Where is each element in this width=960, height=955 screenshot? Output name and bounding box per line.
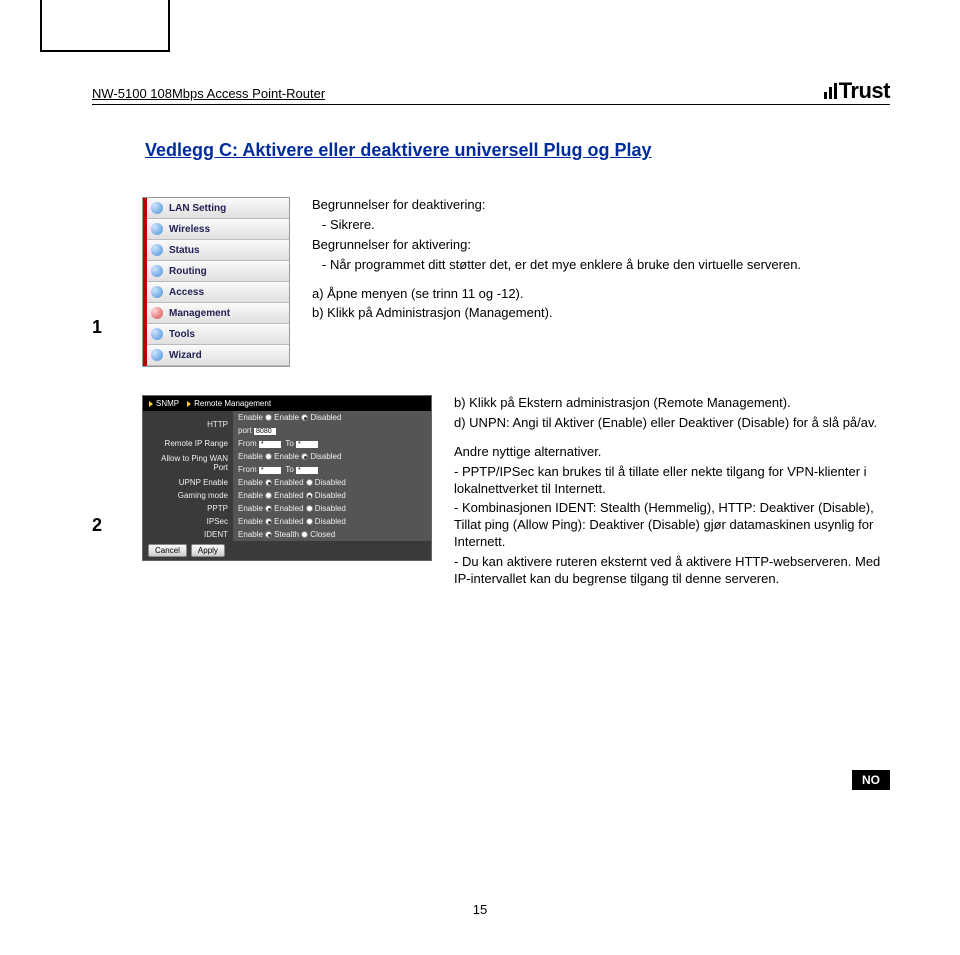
page-number: 15: [473, 902, 487, 917]
menu-item-routing: Routing: [147, 261, 289, 282]
step-a: a) Åpne menyen (se trinn 11 og -12).: [312, 286, 890, 303]
section-1-text: Begrunnelser for deaktivering: - Sikrere…: [290, 197, 890, 325]
menu-item-wireless: Wireless: [147, 219, 289, 240]
radio-icon: [301, 453, 308, 460]
menu-item-lan: LAN Setting: [147, 198, 289, 219]
radio-icon: [265, 453, 272, 460]
brand-text: Trust: [839, 78, 890, 104]
section-number-2: 2: [92, 395, 142, 536]
radio-icon: [306, 492, 313, 499]
language-badge: NO: [852, 770, 890, 790]
radio-icon: [265, 518, 272, 525]
menu-item-access: Access: [147, 282, 289, 303]
menu-item-wizard: Wizard: [147, 345, 289, 366]
tab-remote: Remote Management: [187, 399, 271, 408]
radio-icon: [306, 479, 313, 486]
deactivate-item: - Sikrere.: [312, 217, 890, 234]
radio-icon: [265, 414, 272, 421]
dot-icon: [151, 202, 163, 214]
brand-bars-icon: [824, 83, 837, 99]
step-b: b) Klikk på Administrasjon (Management).: [312, 305, 890, 322]
radio-icon: [306, 518, 313, 525]
dot-icon: [151, 223, 163, 235]
para-b: b) Klikk på Ekstern administrasjon (Remo…: [454, 395, 890, 412]
para-d: d) UNPN: Angi til Aktiver (Enable) eller…: [454, 415, 890, 432]
bullet-3: - Du kan aktivere ruteren eksternt ved å…: [454, 554, 890, 588]
tab-snmp: SNMP: [149, 399, 179, 408]
radio-icon: [265, 505, 272, 512]
row-ident: IDENT Enable Stealth Closed: [143, 528, 431, 541]
bullet-2: - Kombinasjonen IDENT: Stealth (Hemmelig…: [454, 500, 890, 551]
page-title: Vedlegg C: Aktivere eller deaktivere uni…: [145, 140, 652, 161]
activate-heading: Begrunnelser for aktivering:: [312, 237, 890, 254]
menu-item-status: Status: [147, 240, 289, 261]
header-rule: [92, 104, 890, 105]
other-heading: Andre nyttige alternativer.: [454, 444, 890, 461]
row-iprange1: Remote IP Range From * To *: [143, 437, 431, 450]
product-title: NW-5100 108Mbps Access Point-Router: [92, 86, 325, 101]
bullet-1: - PPTP/IPSec kan brukes til å tillate el…: [454, 464, 890, 498]
dot-icon: [151, 286, 163, 298]
section-number-1: 1: [92, 197, 142, 338]
dot-icon: [151, 244, 163, 256]
row-pingwan: Allow to Ping WAN Port Enable Enable Dis…: [143, 450, 431, 463]
row-pptp: PPTP Enable Enabled Disabled: [143, 502, 431, 515]
dot-icon: [151, 265, 163, 277]
dot-icon: [151, 307, 163, 319]
cancel-button: Cancel: [148, 544, 187, 557]
http-enable: Enable Enable Disabled: [233, 411, 431, 424]
menu-item-tools: Tools: [147, 324, 289, 345]
apply-button: Apply: [191, 544, 225, 557]
dot-icon: [151, 328, 163, 340]
section-2-text: b) Klikk på Ekstern administrasjon (Remo…: [432, 395, 890, 591]
row-ipsec: IPSec Enable Enabled Disabled: [143, 515, 431, 528]
screenshot-1: LAN Setting Wireless Status Routing Acce…: [142, 197, 290, 367]
section-2: 2 SNMP Remote Management HTTP Enable Ena…: [92, 395, 890, 591]
radio-icon: [301, 414, 308, 421]
radio-icon: [301, 531, 308, 538]
radio-icon: [265, 479, 272, 486]
row-gaming: Gaming mode Enable Enabled Disabled: [143, 489, 431, 502]
panel-tabs: SNMP Remote Management: [143, 396, 431, 411]
corner-crop-mark: [40, 0, 170, 52]
brand-logo: Trust: [824, 78, 890, 104]
row-upnp: UPNP Enable Enable Enabled Disabled: [143, 476, 431, 489]
section-1: 1 LAN Setting Wireless Status Routing Ac…: [92, 197, 890, 367]
radio-icon: [265, 492, 272, 499]
panel-buttons: Cancel Apply: [143, 541, 431, 560]
row-http: HTTP Enable Enable Disabled: [143, 411, 431, 424]
dot-icon: [151, 349, 163, 361]
chevron-icon: [149, 401, 153, 407]
activate-item: - Når programmet ditt støtter det, er de…: [312, 257, 890, 274]
chevron-icon: [187, 401, 191, 407]
http-port: port 8080: [233, 424, 431, 437]
deactivate-heading: Begrunnelser for deaktivering:: [312, 197, 890, 214]
menu-item-management: Management: [147, 303, 289, 324]
radio-icon: [265, 531, 272, 538]
row-iprange2: Remote IP RangeFrom * To *: [233, 463, 431, 476]
radio-icon: [306, 505, 313, 512]
screenshot-2: SNMP Remote Management HTTP Enable Enabl…: [142, 395, 432, 561]
